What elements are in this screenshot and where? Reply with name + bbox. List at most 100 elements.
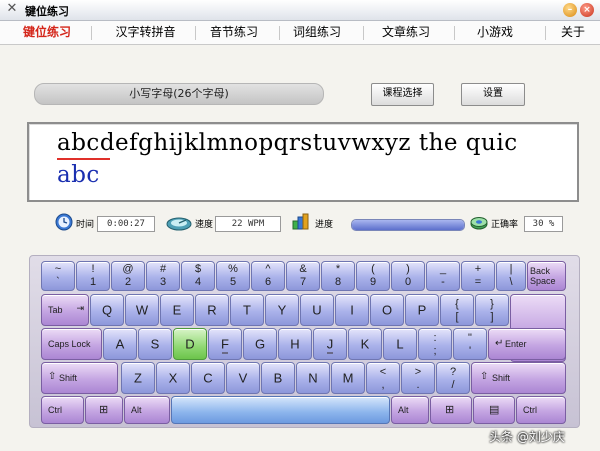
key-shift-char: ~ xyxy=(54,263,62,275)
key-4[interactable]: $4 xyxy=(181,261,215,291)
key-label: Ctrl xyxy=(523,405,537,415)
tab-key-practice[interactable]: 键位练习 xyxy=(8,21,86,44)
key-char: 4 xyxy=(194,276,202,288)
key-ctrl-right[interactable]: Ctrl xyxy=(516,396,566,424)
key-period[interactable]: >. xyxy=(401,362,435,394)
key-s[interactable]: S xyxy=(138,328,172,360)
close-button[interactable]: × xyxy=(580,3,594,17)
key-label: Caps Lock xyxy=(48,339,91,349)
key-u[interactable]: U xyxy=(300,294,334,326)
key-char: H xyxy=(290,336,300,352)
key-char: N xyxy=(308,370,318,386)
key-minus[interactable]: _ - xyxy=(426,261,460,291)
key-e[interactable]: E xyxy=(160,294,194,326)
key-char: D xyxy=(185,336,195,352)
course-select-button[interactable]: 课程选择 xyxy=(371,83,434,106)
key-b[interactable]: B xyxy=(261,362,295,394)
key-t[interactable]: T xyxy=(230,294,264,326)
key-shift-char: ^ xyxy=(265,263,271,275)
key-win-right[interactable]: ⊞ xyxy=(430,396,472,424)
key-q[interactable]: Q xyxy=(90,294,124,326)
minimize-button[interactable]: – xyxy=(563,3,577,17)
key-k[interactable]: K xyxy=(348,328,382,360)
key-i[interactable]: I xyxy=(335,294,369,326)
key-o[interactable]: O xyxy=(370,294,404,326)
key-space[interactable] xyxy=(171,396,390,424)
key-tab[interactable]: Tab ⇥ xyxy=(41,294,89,326)
key-label: Shift xyxy=(492,373,511,383)
key-j[interactable]: J xyxy=(313,328,347,360)
key-alt-left[interactable]: Alt xyxy=(124,396,170,424)
key-char: 3 xyxy=(159,276,167,288)
key-l[interactable]: L xyxy=(383,328,417,360)
key-caps-lock[interactable]: Caps Lock xyxy=(41,328,102,360)
target-disk-icon xyxy=(470,217,488,230)
key-g[interactable]: G xyxy=(243,328,277,360)
key-3[interactable]: #3 xyxy=(146,261,180,291)
key-p[interactable]: P xyxy=(405,294,439,326)
key-right-bracket[interactable]: }] xyxy=(475,294,509,326)
key-char: F xyxy=(221,336,229,352)
key-f[interactable]: F xyxy=(208,328,242,360)
key-equals[interactable]: + = xyxy=(461,261,495,291)
key-n[interactable]: N xyxy=(296,362,330,394)
key-shift-right[interactable]: ⇧ Shift xyxy=(471,362,566,394)
key-5[interactable]: % 5 xyxy=(216,261,250,291)
key-shift-char: $ xyxy=(194,263,202,275)
key-a[interactable]: A xyxy=(103,328,137,360)
key-r[interactable]: R xyxy=(195,294,229,326)
tab-separator xyxy=(91,26,92,40)
tab-article-practice[interactable]: 文章练习 xyxy=(372,21,440,44)
key-quote[interactable]: " ' xyxy=(453,328,487,360)
key-char: - xyxy=(441,276,445,288)
key-y[interactable]: Y xyxy=(265,294,299,326)
key-ctrl-left[interactable]: Ctrl xyxy=(41,396,84,424)
key-char: L xyxy=(396,336,404,352)
key-8[interactable]: * 8 xyxy=(321,261,355,291)
key-z[interactable]: Z xyxy=(121,362,155,394)
title-bar: ✕ 键位练习 – × xyxy=(0,0,600,21)
key-slash[interactable]: ? / xyxy=(436,362,470,394)
tab-syllable-practice[interactable]: 音节练习 xyxy=(200,21,268,44)
key-6[interactable]: ^ 6 xyxy=(251,261,285,291)
key-alt-right[interactable]: Alt xyxy=(391,396,429,424)
key-backspace[interactable]: Back Space xyxy=(527,261,566,291)
tab-mini-games[interactable]: 小游戏 xyxy=(466,21,524,44)
key-backslash[interactable]: | \ xyxy=(496,261,526,291)
key-7[interactable]: & 7 xyxy=(286,261,320,291)
key-char: M xyxy=(342,370,354,386)
key-h[interactable]: H xyxy=(278,328,312,360)
key-enter[interactable]: Enter ↵ xyxy=(488,328,566,360)
settings-button[interactable]: 设置 xyxy=(461,83,525,106)
key-0[interactable]: ) 0 xyxy=(391,261,425,291)
key-char: 6 xyxy=(264,276,272,288)
key-c[interactable]: C xyxy=(191,362,225,394)
key-char: T xyxy=(243,302,251,318)
key-2[interactable]: @2 xyxy=(111,261,145,291)
tab-phrase-practice[interactable]: 词组练习 xyxy=(283,21,351,44)
tab-about[interactable]: 关于 xyxy=(552,21,594,44)
key-shift-left[interactable]: ⇧ Shift xyxy=(41,362,118,394)
key-label: Enter xyxy=(505,339,527,349)
key-label: Shift xyxy=(59,373,78,383)
key-9[interactable]: (9 xyxy=(356,261,390,291)
windows-logo-icon: ⊞ xyxy=(445,404,455,416)
key-x[interactable]: X xyxy=(156,362,190,394)
key-menu[interactable]: ▤ xyxy=(473,396,515,424)
key-1[interactable]: ! 1 xyxy=(76,261,110,291)
key-d[interactable]: D xyxy=(173,328,207,360)
key-w[interactable]: W xyxy=(125,294,159,326)
key-backtick[interactable]: ~ ` xyxy=(41,261,75,291)
key-m[interactable]: M xyxy=(331,362,365,394)
key-shift-char: + xyxy=(474,263,482,275)
tab-hanzi-to-pinyin[interactable]: 汉字转拼音 xyxy=(98,21,193,44)
key-label: Alt xyxy=(398,405,409,415)
key-v[interactable]: V xyxy=(226,362,260,394)
key-left-bracket[interactable]: {[ xyxy=(440,294,474,326)
minimize-icon: – xyxy=(567,5,573,15)
shift-arrow-icon: ⇧ xyxy=(48,371,57,382)
key-win-left[interactable]: ⊞ xyxy=(85,396,123,424)
key-semicolon[interactable]: :; xyxy=(418,328,452,360)
practice-text-area[interactable]: abcdefghijklmnopqrstuvwxyz the quic abc xyxy=(27,122,579,202)
key-comma[interactable]: <, xyxy=(366,362,400,394)
